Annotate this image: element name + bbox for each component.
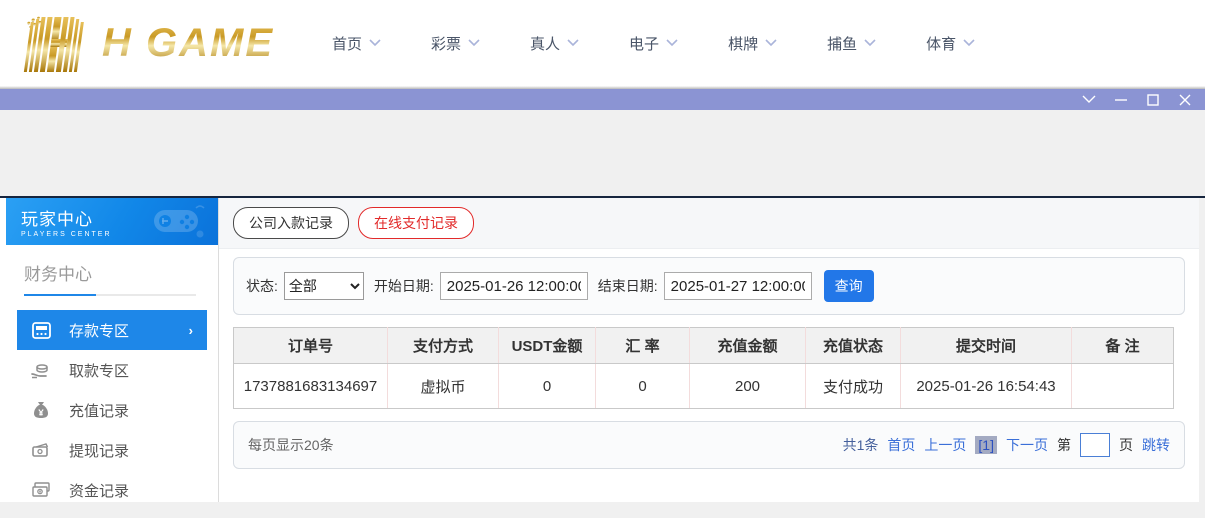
table-row: 1737881683134697 虚拟币 0 0 200 支付成功 2025-0… [234, 364, 1174, 409]
window-minimize-icon[interactable] [1113, 92, 1129, 108]
col-recharge-amount: 充值金额 [690, 328, 806, 364]
sidebar-item-withdrawal-records[interactable]: 提现记录 [0, 430, 218, 470]
brand-logo: H GAME [20, 11, 274, 75]
jump-suffix-label: 页 [1119, 435, 1133, 455]
nav-label: 彩票 [431, 33, 461, 54]
main-pane: 状态: 全部 开始日期: 结束日期: 查询 订单号 [219, 249, 1199, 469]
chevron-down-icon [864, 39, 876, 47]
records-table: 订单号 支付方式 USDT金额 汇 率 充值金额 充值状态 提交时间 备 注 1… [233, 327, 1174, 409]
window-chevron-down-icon[interactable] [1081, 92, 1097, 108]
nav-label: 捕鱼 [827, 33, 857, 54]
window-titlebar [0, 89, 1205, 110]
chevron-right-icon: › [189, 323, 193, 338]
sidebar-item-funds-records[interactable]: 资金记录 [0, 470, 218, 510]
sidebar-item-label: 充值记录 [69, 400, 129, 421]
col-exchange-rate: 汇 率 [596, 328, 690, 364]
chevron-down-icon [567, 39, 579, 47]
col-pay-method: 支付方式 [388, 328, 499, 364]
logo-stripes-icon [20, 14, 98, 72]
chevron-down-icon [963, 39, 975, 47]
cell-usdt-amount: 0 [499, 364, 596, 409]
col-submit-time: 提交时间 [901, 328, 1072, 364]
sidebar-item-label: 资金记录 [69, 480, 129, 501]
total-count-label: 共1条 [843, 435, 879, 455]
end-date-label: 结束日期: [598, 276, 658, 296]
per-page-label: 每页显示20条 [248, 435, 334, 455]
nav-label: 电子 [629, 33, 659, 54]
table-header-row: 订单号 支付方式 USDT金额 汇 率 充值金额 充值状态 提交时间 备 注 [234, 328, 1174, 364]
chevron-down-icon [666, 39, 678, 47]
start-date-input[interactable] [440, 272, 588, 300]
record-tabs: 公司入款记录 在线支付记录 [219, 198, 1199, 249]
sidebar-header: 玩家中心 PLAYERS CENTER [6, 198, 218, 245]
cell-order-id: 1737881683134697 [234, 364, 388, 409]
nav-item-live[interactable]: 真人 [530, 33, 579, 54]
current-page-badge: [1] [975, 436, 997, 454]
nav-label: 棋牌 [728, 33, 758, 54]
gamepad-icon [150, 204, 208, 240]
window-close-icon[interactable] [1177, 92, 1193, 108]
prev-page-link[interactable]: 上一页 [924, 435, 966, 455]
sidebar-section-title: 财务中心 [24, 260, 218, 285]
status-select[interactable]: 全部 [284, 272, 364, 300]
jump-prefix-label: 第 [1057, 435, 1071, 455]
hand-coins-icon [31, 360, 51, 380]
tab-online-payment-records[interactable]: 在线支付记录 [358, 207, 474, 239]
site-header: H GAME 首页 彩票 真人 电子 棋牌 捕鱼 体育 [0, 0, 1205, 86]
nav-item-cards[interactable]: 棋牌 [728, 33, 777, 54]
chevron-down-icon [765, 39, 777, 47]
sidebar-item-withdraw-zone[interactable]: 取款专区 [0, 350, 218, 390]
col-remark: 备 注 [1072, 328, 1174, 364]
next-page-link[interactable]: 下一页 [1006, 435, 1048, 455]
nav-item-sports[interactable]: 体育 [926, 33, 975, 54]
filter-bar: 状态: 全部 开始日期: 结束日期: 查询 [233, 257, 1185, 315]
sidebar: 玩家中心 PLAYERS CENTER 财务中心 存款专区 › [0, 198, 219, 502]
sidebar-item-label: 提现记录 [69, 440, 129, 461]
col-order-id: 订单号 [234, 328, 388, 364]
cell-pay-method: 虚拟币 [388, 364, 499, 409]
first-page-link[interactable]: 首页 [887, 435, 915, 455]
tab-company-deposit-records[interactable]: 公司入款记录 [233, 207, 349, 239]
col-usdt-amount: USDT金额 [499, 328, 596, 364]
banknote-icon [31, 440, 51, 460]
col-recharge-status: 充值状态 [806, 328, 901, 364]
cash-stack-icon [31, 480, 51, 500]
search-button[interactable]: 查询 [824, 270, 874, 302]
deposit-terminal-icon [31, 320, 51, 340]
cell-remark [1072, 364, 1174, 409]
jump-page-input[interactable] [1080, 433, 1110, 457]
nav-item-home[interactable]: 首页 [332, 33, 381, 54]
nav-item-slots[interactable]: 电子 [629, 33, 678, 54]
nav-item-lottery[interactable]: 彩票 [431, 33, 480, 54]
cell-submit-time: 2025-01-26 16:54:43 [901, 364, 1072, 409]
content-panel: 公司入款记录 在线支付记录 状态: 全部 开始日期: 结束日期: 查询 [219, 198, 1205, 502]
chevron-down-icon [468, 39, 480, 47]
cell-recharge-status: 支付成功 [806, 364, 901, 409]
app-body: 玩家中心 PLAYERS CENTER 财务中心 存款专区 › [0, 198, 1205, 502]
page-background-gap [0, 110, 1205, 196]
sidebar-item-label: 存款专区 [69, 320, 129, 341]
sidebar-section-rule [24, 294, 196, 296]
sidebar-menu: 存款专区 › 取款专区 充值记录 提现记录 [0, 310, 218, 510]
nav-label: 真人 [530, 33, 560, 54]
cell-exchange-rate: 0 [596, 364, 690, 409]
window-maximize-icon[interactable] [1145, 92, 1161, 108]
sidebar-item-recharge-records[interactable]: 充值记录 [0, 390, 218, 430]
pagination-bar: 每页显示20条 共1条 首页 上一页 [1] 下一页 第 页 跳转 [233, 421, 1185, 469]
end-date-input[interactable] [664, 272, 812, 300]
logo-text: H GAME [102, 21, 274, 66]
jump-go-link[interactable]: 跳转 [1142, 435, 1170, 455]
nav-item-fishing[interactable]: 捕鱼 [827, 33, 876, 54]
pager-controls: 共1条 首页 上一页 [1] 下一页 第 页 跳转 [843, 433, 1170, 457]
cell-recharge-amount: 200 [690, 364, 806, 409]
sidebar-item-deposit-zone[interactable]: 存款专区 › [17, 310, 207, 350]
money-bag-icon [31, 400, 51, 420]
nav-label: 体育 [926, 33, 956, 54]
sidebar-item-label: 取款专区 [69, 360, 129, 381]
start-date-label: 开始日期: [374, 276, 434, 296]
chevron-down-icon [369, 39, 381, 47]
nav-label: 首页 [332, 33, 362, 54]
status-label: 状态: [246, 276, 278, 296]
main-nav: 首页 彩票 真人 电子 棋牌 捕鱼 体育 [332, 33, 975, 54]
